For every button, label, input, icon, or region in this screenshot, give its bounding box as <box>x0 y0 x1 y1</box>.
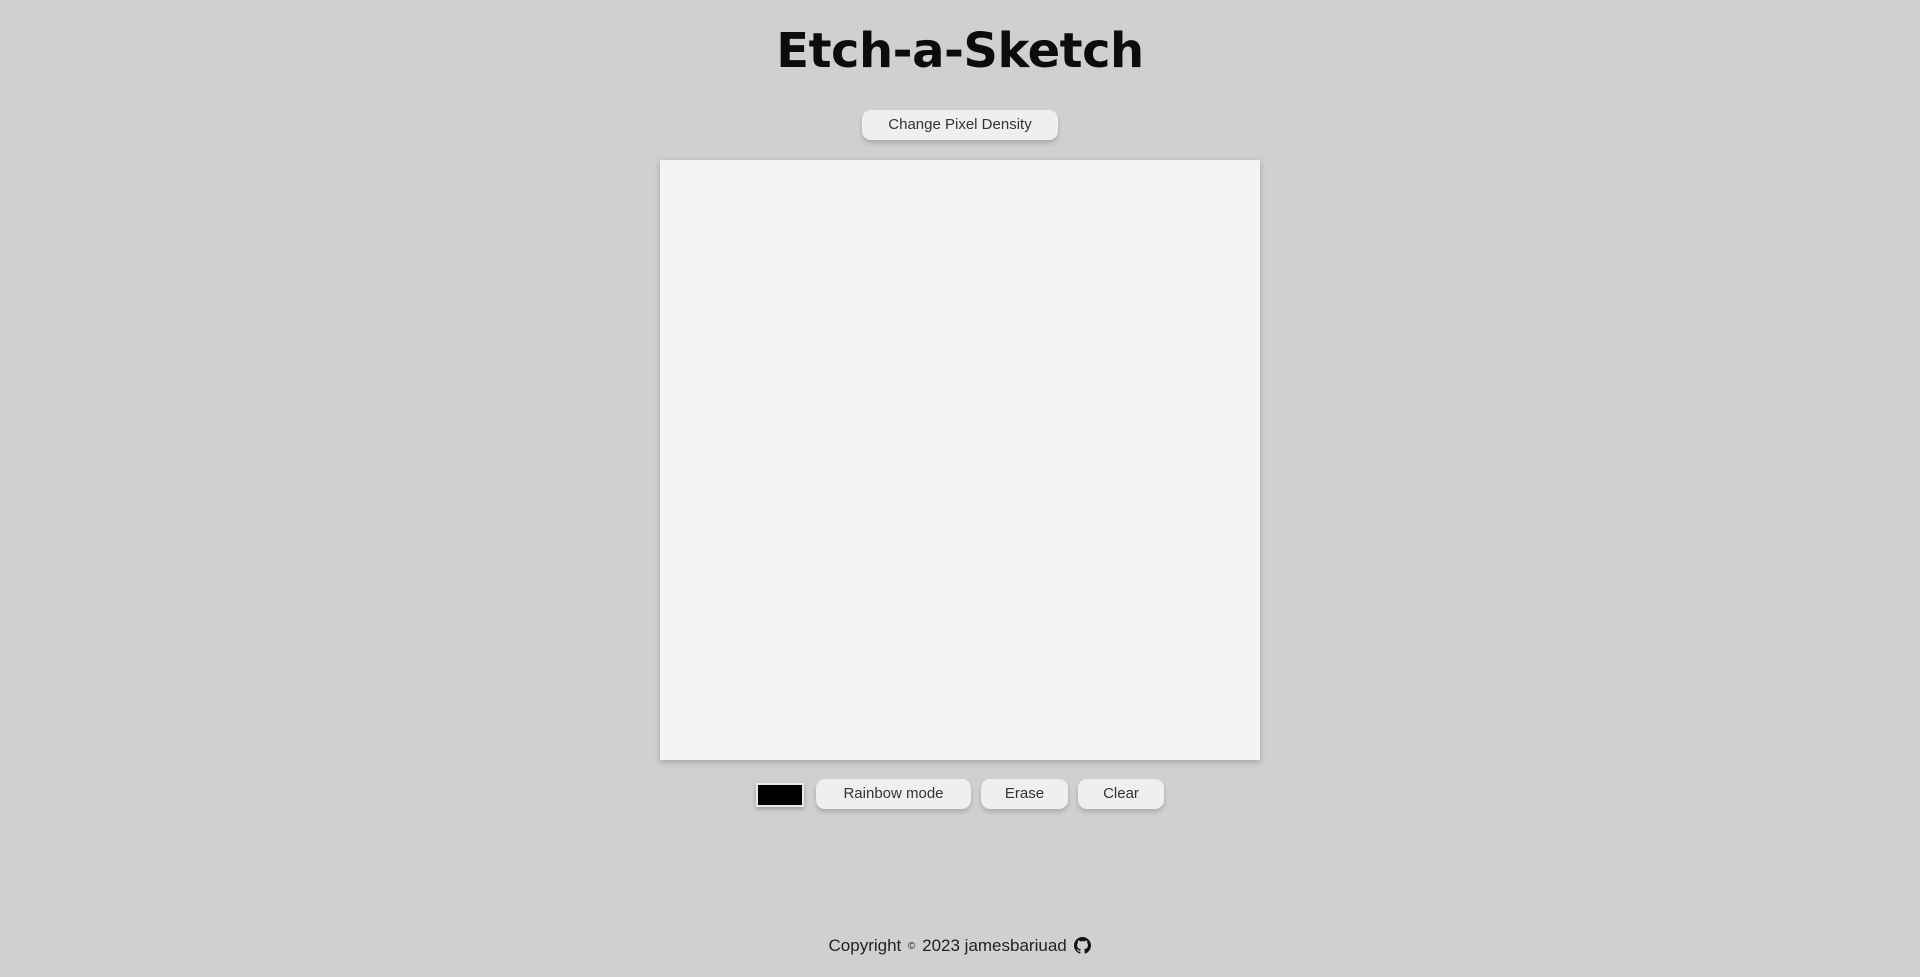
color-swatch <box>758 785 802 805</box>
rainbow-mode-button[interactable]: Rainbow mode <box>816 779 971 809</box>
github-icon[interactable] <box>1074 937 1092 954</box>
copyright-year-author: 2023 jamesbariuad <box>922 936 1067 955</box>
footer: Copyright © 2023 jamesbariuad <box>0 934 1920 959</box>
clear-button[interactable]: Clear <box>1078 779 1164 809</box>
controls-bar: Rainbow mode Erase Clear <box>0 779 1920 809</box>
copyright-symbol: © <box>908 940 916 952</box>
erase-button[interactable]: Erase <box>981 779 1068 809</box>
color-picker[interactable] <box>756 783 804 807</box>
copyright-label: Copyright <box>828 936 902 955</box>
page: Etch-a-Sketch Change Pixel Density Rainb… <box>0 0 1920 977</box>
change-pixel-density-button[interactable]: Change Pixel Density <box>862 110 1058 140</box>
sketch-canvas[interactable] <box>660 160 1260 760</box>
page-title: Etch-a-Sketch <box>776 23 1144 79</box>
